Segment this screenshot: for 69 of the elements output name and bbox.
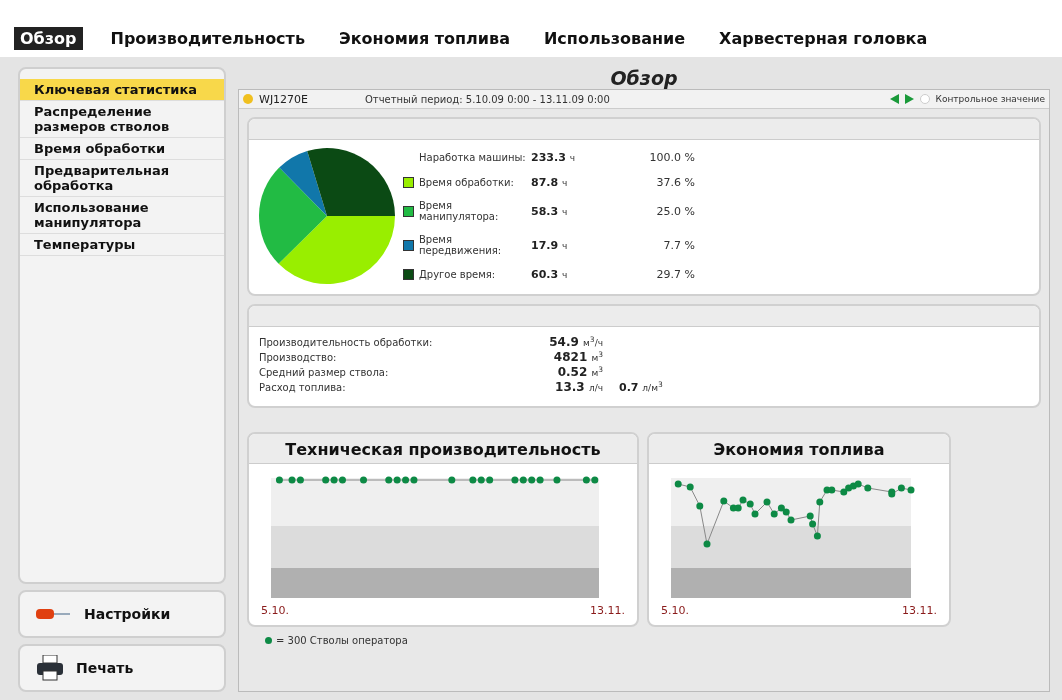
chart-title: Экономия топлива: [649, 434, 949, 464]
data-point: [674, 480, 682, 488]
next-icon[interactable]: [904, 94, 914, 104]
data-point: [813, 532, 821, 540]
metric-value: 13.3 л/ч: [554, 380, 604, 394]
time-percent: 100.0 %: [648, 150, 695, 164]
data-point: [448, 476, 456, 484]
data-point: [360, 476, 367, 484]
sidebar-item[interactable]: Предварительная обработка: [20, 160, 224, 197]
settings-button[interactable]: Настройки: [18, 590, 226, 638]
time-value: 58.3 ч: [531, 205, 569, 218]
time-value: 60.3 ч: [531, 268, 569, 282]
sidebar-item[interactable]: Распределение размеров стволов: [20, 101, 224, 138]
metric-label: Производство:: [259, 352, 338, 363]
metric-label: Расход топлива:: [259, 382, 347, 393]
time-label: Время обработки:: [419, 176, 515, 188]
machine-icon: [243, 94, 253, 104]
sidebar-item[interactable]: Время обработки: [20, 138, 224, 160]
time-label: Наработка машины:: [419, 151, 527, 163]
printer-icon: [36, 655, 64, 681]
sidebar-item[interactable]: Температуры: [20, 234, 224, 256]
data-point: [816, 498, 824, 506]
data-point: [553, 476, 561, 484]
metric-label: Производительность обработки:: [259, 337, 434, 348]
metric-value: 54.9 м$^{3}$/ч: [548, 335, 604, 349]
nav-tab[interactable]: Использование: [537, 26, 692, 50]
time-percent: 29.7 %: [655, 268, 695, 282]
data-point: [864, 484, 872, 492]
data-point: [763, 498, 771, 506]
data-point: [275, 476, 283, 484]
sidebar-item[interactable]: Использование манипулятора: [20, 197, 224, 234]
data-point: [696, 502, 704, 510]
sidebar-item[interactable]: Ключевая статистика: [20, 79, 224, 101]
axis-label: 13.11.: [902, 604, 937, 617]
reference-label: Контрольное значение: [935, 94, 1045, 104]
chart-legend: = 300 Стволы оператора: [276, 635, 408, 646]
axis-label: 13.11.: [590, 604, 625, 617]
time-value: 233.3 ч: [531, 150, 576, 164]
nav-tab[interactable]: Харвестерная головка: [713, 26, 934, 50]
previous-icon[interactable]: [889, 94, 899, 104]
metric-label: Средний размер ствола:: [259, 367, 390, 378]
dot-icon: [265, 637, 272, 644]
print-button[interactable]: Печать: [18, 644, 226, 692]
metric-value: 0.52 м$^{3}$: [556, 365, 604, 379]
data-point: [686, 483, 694, 491]
chart-title: Техническая производительность: [249, 434, 637, 464]
nav-tab[interactable]: Производительность: [104, 26, 311, 50]
time-percent: 7.7 %: [662, 238, 695, 252]
reference-radio[interactable]: [919, 94, 930, 104]
time-label: Время манипулятора:: [419, 200, 500, 223]
nav-tab[interactable]: Экономия топлива: [333, 26, 516, 50]
time-percent: 25.0 %: [655, 205, 695, 218]
data-point: [751, 510, 759, 518]
data-point: [907, 486, 915, 494]
metric-value: 4821 м$^{3}$: [552, 350, 604, 364]
time-percent: 37.6 %: [655, 175, 695, 189]
metric-value: 0.7 л/м$^{3}$: [619, 380, 664, 394]
machine-id: WJ1270E: [259, 92, 310, 106]
axis-label: 5.10.: [261, 604, 289, 617]
axis-label: 5.10.: [661, 604, 689, 617]
time-label: Время передвижения:: [419, 234, 503, 257]
report-period: Отчетный период: 5.10.09 0:00 - 13.11.09 0:00: [365, 93, 610, 105]
nav-tab[interactable]: Обзор: [14, 26, 83, 50]
time-value: 87.8 ч: [531, 175, 569, 189]
time-value: 17.9 ч: [531, 238, 569, 252]
data-point: [703, 540, 711, 548]
page-title: Обзор: [609, 67, 679, 89]
time-label: Другое время:: [419, 269, 497, 281]
screwdriver-icon: [36, 606, 72, 622]
